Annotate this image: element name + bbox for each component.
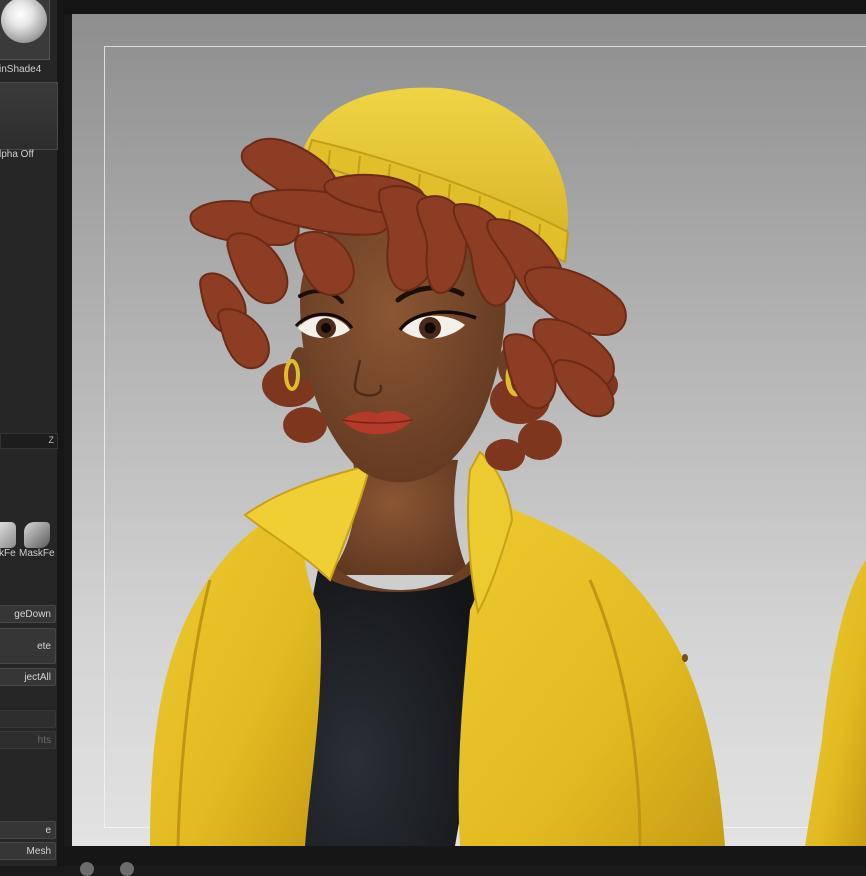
tray-bottom-button[interactable]: e (0, 821, 56, 839)
project-all-button[interactable]: jectAll (0, 668, 56, 686)
3d-viewport[interactable] (72, 14, 866, 846)
tray-divider (57, 0, 64, 866)
material-sphere-icon (1, 0, 47, 43)
top-menu-bar (64, 0, 866, 14)
bottom-shelf (64, 846, 866, 866)
mask-feature-icon[interactable] (0, 522, 16, 548)
mask-label-right: MaskFe (19, 548, 55, 559)
material-label: inShade4 (0, 64, 42, 75)
mask-label-left: kFe (0, 548, 16, 559)
left-tool-tray: inShade4 lpha Off Z kFe MaskFe geDown et… (0, 0, 64, 866)
slider-z-letter: Z (48, 435, 55, 445)
shelf-circle-icon-2[interactable] (120, 862, 134, 876)
delete-button[interactable]: ete (0, 628, 56, 664)
character-model[interactable] (72, 14, 866, 846)
shelf-circle-icon[interactable] (80, 862, 94, 876)
second-figure-jacket (805, 560, 866, 846)
alpha-thumbnail[interactable] (0, 82, 58, 150)
material-thumbnail[interactable] (0, 0, 50, 60)
lights-button[interactable]: hts (0, 731, 56, 749)
disabled-button (0, 710, 56, 728)
black-shirt (302, 566, 482, 846)
alpha-label: lpha Off (0, 149, 34, 160)
mask-feature-alt-icon[interactable] (24, 522, 50, 548)
merge-down-button[interactable]: geDown (0, 605, 56, 623)
slider-track[interactable]: Z (0, 433, 58, 449)
mesh-button[interactable]: Mesh (0, 842, 56, 860)
